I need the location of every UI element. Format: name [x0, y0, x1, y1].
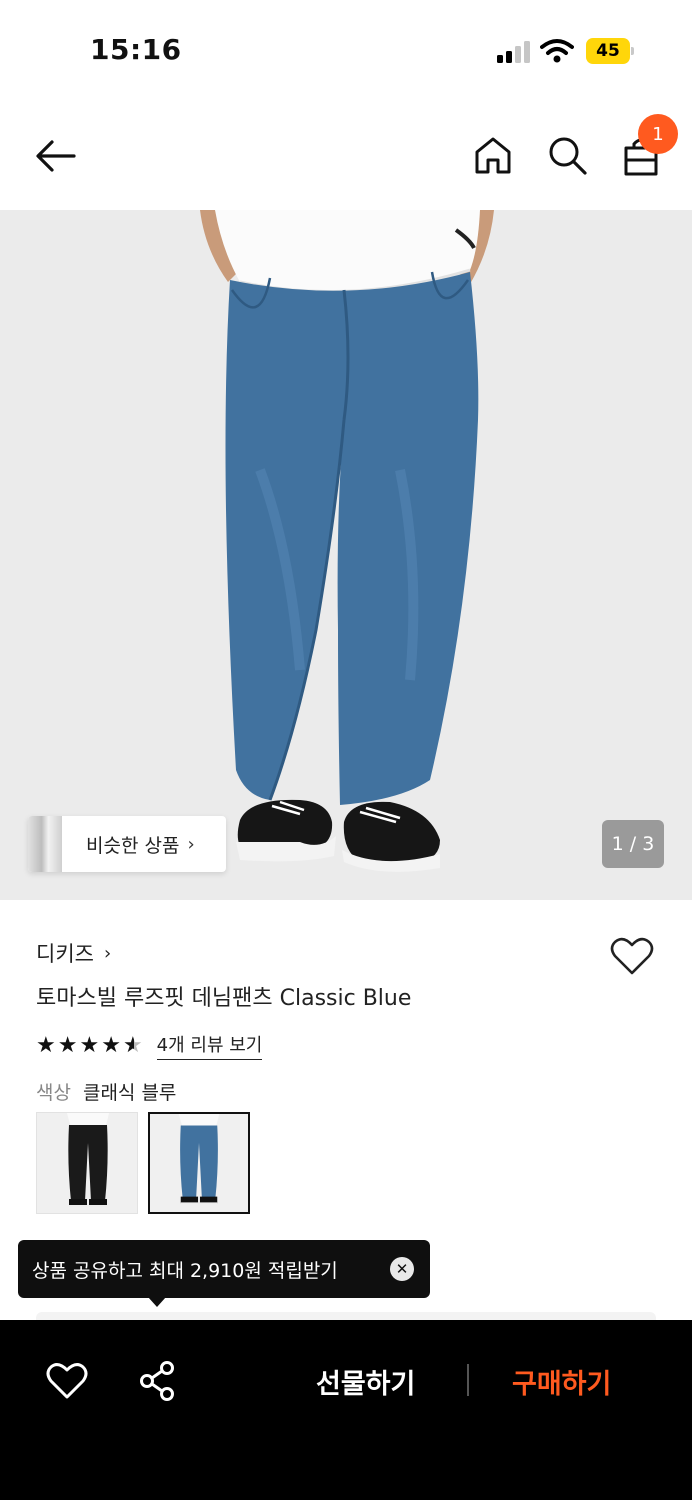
star-icon: ★	[57, 1032, 78, 1058]
product-rating: ★ ★ ★ ★ ★ 4개 리뷰 보기	[36, 1030, 263, 1060]
action-divider	[467, 1364, 469, 1396]
arrow-left-icon[interactable]	[34, 136, 78, 176]
black-jeans-thumbnail	[67, 1113, 109, 1207]
product-image-gallery[interactable]	[0, 210, 692, 900]
blue-jeans-thumbnail	[178, 1114, 220, 1205]
tooltip-arrow	[148, 1297, 166, 1307]
share-reward-tooltip: 상품 공유하고 최대 2,910원 적립받기 ✕	[18, 1240, 430, 1307]
color-selection-label: 색상 클래식 블루	[36, 1078, 176, 1105]
brand-name: 디키즈	[36, 942, 94, 966]
buy-button[interactable]: 구매하기	[512, 1362, 611, 1401]
product-title: 토마스빌 루즈핏 데님팬츠 Classic Blue	[36, 986, 412, 1011]
share-icon[interactable]	[138, 1360, 176, 1402]
color-label: 색상	[36, 1082, 71, 1104]
battery-cap	[631, 47, 634, 55]
status-bar: 15:16 45	[0, 0, 692, 100]
similar-product-thumbnail	[28, 816, 62, 872]
star-icon: ★	[101, 1032, 121, 1058]
battery-indicator: 45	[586, 38, 634, 64]
close-icon[interactable]: ✕	[390, 1257, 414, 1281]
image-page-indicator: 1 / 3	[602, 820, 664, 868]
top-navigation	[0, 110, 692, 206]
similar-products-label: 비슷한 상품	[86, 834, 180, 857]
heart-icon[interactable]	[610, 936, 654, 976]
wifi-icon	[540, 39, 574, 63]
cellular-signal-icon	[497, 41, 530, 63]
chevron-right-icon: ›	[103, 942, 112, 964]
product-photo-jeans	[200, 210, 494, 872]
search-icon[interactable]	[546, 134, 588, 176]
chevron-right-icon: ›	[187, 833, 195, 855]
gift-button[interactable]: 선물하기	[316, 1362, 415, 1401]
similar-products-button[interactable]: 비슷한 상품 ›	[28, 816, 226, 872]
review-link[interactable]: 4개 리뷰 보기	[156, 1031, 263, 1060]
color-option-black[interactable]	[36, 1112, 138, 1214]
rating-stars: ★ ★ ★ ★ ★	[36, 1033, 145, 1058]
status-time: 15:16	[90, 33, 182, 66]
brand-link[interactable]: 디키즈 ›	[36, 938, 111, 968]
star-icon: ★	[36, 1032, 56, 1058]
star-icon: ★	[79, 1032, 100, 1058]
tooltip-text: 상품 공유하고 최대 2,910원 적립받기	[32, 1259, 338, 1282]
color-option-classic-blue[interactable]	[148, 1112, 250, 1214]
cart-count-badge: 1	[638, 114, 678, 154]
home-icon[interactable]	[472, 134, 514, 176]
heart-icon[interactable]	[46, 1362, 88, 1400]
bottom-action-bar: 선물하기 구매하기	[0, 1320, 692, 1500]
selected-color-name: 클래식 블루	[82, 1082, 177, 1104]
battery-level: 45	[586, 38, 630, 64]
half-star-icon: ★	[122, 1032, 143, 1058]
